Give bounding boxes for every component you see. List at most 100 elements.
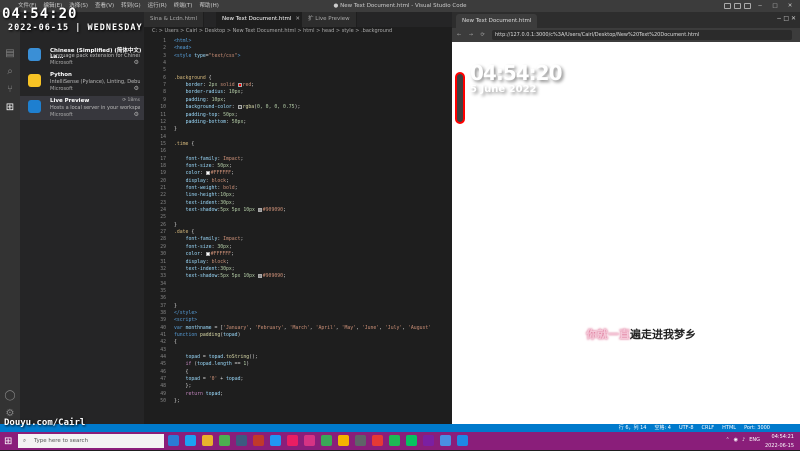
code-line[interactable]: 23 text-indent:30px; <box>144 200 452 207</box>
extension-settings-icon[interactable]: ⚙ <box>134 85 139 92</box>
code-line[interactable]: 34 <box>144 281 452 288</box>
code-line[interactable]: 44 topad = topad.toString(); <box>144 354 452 361</box>
explorer-icon[interactable]: ▤ <box>4 48 16 60</box>
tray-up-icon[interactable]: ⌃ <box>725 437 729 443</box>
taskbar-app-icon[interactable] <box>372 435 383 446</box>
menu-item[interactable]: 帮助(H) <box>199 3 218 9</box>
code-line[interactable]: 21 font-weight: bold; <box>144 185 452 192</box>
taskbar-app-icon[interactable] <box>253 435 264 446</box>
code-line[interactable]: 28 font-family: Impact; <box>144 236 452 243</box>
menu-item[interactable]: 运行(R) <box>148 3 167 9</box>
tab-sina[interactable]: Sina & Lcdn.html <box>144 12 205 27</box>
code-line[interactable]: 37} <box>144 303 452 310</box>
network-icon[interactable]: ◉ <box>734 437 738 443</box>
code-line[interactable]: 12 padding-bottom: 50px; <box>144 119 452 126</box>
code-line[interactable]: 48 }; <box>144 383 452 390</box>
code-line[interactable]: 32 text-indent:30px; <box>144 266 452 273</box>
extension-settings-icon[interactable]: ⚙ <box>134 59 139 66</box>
volume-icon[interactable]: ♪ <box>742 437 745 443</box>
url-field[interactable]: http://127.0.0.1:3000/c%3A/Users/Cairl/D… <box>492 30 792 40</box>
code-line[interactable]: 36 <box>144 295 452 302</box>
code-line[interactable]: 30 color: #FFFFFF; <box>144 251 452 258</box>
code-line[interactable]: 17 font-family: Impact; <box>144 156 452 163</box>
code-line[interactable]: 26} <box>144 222 452 229</box>
status-item[interactable]: CRLF <box>702 425 715 431</box>
status-item[interactable]: 空格: 4 <box>654 425 670 431</box>
code-line[interactable]: 9 padding: 10px; <box>144 97 452 104</box>
code-line[interactable]: 10 background-color: rgba(0, 0, 0, 0.75)… <box>144 104 452 111</box>
taskbar-app-icon[interactable] <box>457 435 468 446</box>
account-icon[interactable]: ◯ <box>4 390 16 402</box>
taskbar-search[interactable]: ⌕ Type here to search <box>18 434 164 448</box>
preview-window-controls[interactable]: − □ ✕ <box>776 15 796 22</box>
taskbar-app-icon[interactable] <box>423 435 434 446</box>
code-line[interactable]: 20 display: block; <box>144 178 452 185</box>
code-line[interactable]: 33 text-shadow:5px 5px 10px #909090; <box>144 273 452 280</box>
code-line[interactable]: 45 if (topad.length == 1) <box>144 361 452 368</box>
windows-start-icon[interactable]: ⊞ <box>4 436 12 447</box>
code-line[interactable]: 8 border-radius: 10px; <box>144 89 452 96</box>
taskbar-app-icon[interactable] <box>287 435 298 446</box>
code-line[interactable]: 3 <style type="text/css"> <box>144 53 452 60</box>
layout-toggle-icon[interactable] <box>724 3 731 9</box>
minimize-button[interactable]: − <box>754 0 766 12</box>
preview-tab[interactable]: New Text Document.html <box>456 14 538 28</box>
taskbar-app-icon[interactable] <box>440 435 451 446</box>
status-item[interactable]: 行 6，列 14 <box>619 425 647 431</box>
code-line[interactable]: 6 .background { <box>144 75 452 82</box>
code-line[interactable]: 22 line-height:10px; <box>144 192 452 199</box>
status-item[interactable]: UTF-8 <box>679 425 694 431</box>
code-line[interactable]: 13} <box>144 126 452 133</box>
input-language[interactable]: ENG <box>749 437 760 443</box>
code-line[interactable]: 24 text-shadow:5px 5px 10px #909090; <box>144 207 452 214</box>
code-line[interactable]: 2 <head> <box>144 45 452 52</box>
taskbar-app-icon[interactable] <box>202 435 213 446</box>
tab-live-preview[interactable]: 扩 Live Preview <box>302 12 357 27</box>
code-line[interactable]: 39 <script> <box>144 317 452 324</box>
taskbar-app-icon[interactable] <box>168 435 179 446</box>
code-line[interactable]: 27 .date { <box>144 229 452 236</box>
code-line[interactable]: 29 font-size: 30px; <box>144 244 452 251</box>
breadcrumb[interactable]: C: > Users > Cairl > Desktop > New Text … <box>144 27 452 36</box>
taskbar-app-icon[interactable] <box>355 435 366 446</box>
menu-item[interactable]: 查看(V) <box>95 3 114 9</box>
code-line[interactable]: 7 border: 2px solid red; <box>144 82 452 89</box>
code-line[interactable]: 41 function padding(topad) <box>144 332 452 339</box>
maximize-button[interactable]: □ <box>769 0 781 12</box>
code-line[interactable]: 4 <box>144 60 452 67</box>
status-item[interactable]: Port: 3000 <box>744 425 770 431</box>
taskbar-app-icon[interactable] <box>219 435 230 446</box>
code-line[interactable]: 5 <box>144 67 452 74</box>
code-line[interactable]: 31 display: block; <box>144 259 452 266</box>
taskbar-clock[interactable]: 04:54:21 2022-06-15 <box>765 432 794 450</box>
extension-settings-icon[interactable]: ⚙ <box>134 111 139 118</box>
code-line[interactable]: 42 { <box>144 339 452 346</box>
taskbar-app-icon[interactable] <box>406 435 417 446</box>
taskbar-app-icon[interactable] <box>321 435 332 446</box>
taskbar-app-icon[interactable] <box>389 435 400 446</box>
code-area[interactable]: 1 <html> 2 <head> 3 <style type="text/css"> 4 5… <box>144 36 452 424</box>
code-line[interactable]: 1 <html> <box>144 38 452 45</box>
taskbar-app-icon[interactable] <box>270 435 281 446</box>
close-button[interactable]: ✕ <box>784 0 796 12</box>
nav-arrows-icon[interactable]: ← → ⟳ <box>457 28 488 42</box>
code-line[interactable]: 50}; <box>144 398 452 405</box>
code-line[interactable]: 47 topad = '0' + topad; <box>144 376 452 383</box>
status-item[interactable]: HTML <box>722 425 736 431</box>
taskbar-app-icon[interactable] <box>338 435 349 446</box>
code-line[interactable]: 25 <box>144 214 452 221</box>
taskbar-app-icon[interactable] <box>236 435 247 446</box>
extension-item-selected[interactable]: Live Preview ⟳ 18ms Hosts a local server… <box>20 96 144 120</box>
code-line[interactable]: 11 padding-top: 50px; <box>144 112 452 119</box>
code-line[interactable]: 46 { <box>144 369 452 376</box>
extension-item[interactable]: Python IntelliSense (Pylance), Linting, … <box>20 70 144 94</box>
source-control-icon[interactable]: ⑂ <box>4 84 16 96</box>
code-line[interactable]: 15 .time { <box>144 141 452 148</box>
menu-item[interactable]: 终端(T) <box>174 3 193 9</box>
code-line[interactable]: 35 <box>144 288 452 295</box>
search-icon[interactable]: ⌕ <box>4 66 16 78</box>
code-line[interactable]: 19 color: #FFFFFF; <box>144 170 452 177</box>
code-line[interactable]: 18 font-size: 50px; <box>144 163 452 170</box>
extensions-icon[interactable]: ⊞ <box>4 102 16 114</box>
extension-item[interactable]: Chinese (Simplified) (简体中文) La... Langua… <box>20 44 144 68</box>
